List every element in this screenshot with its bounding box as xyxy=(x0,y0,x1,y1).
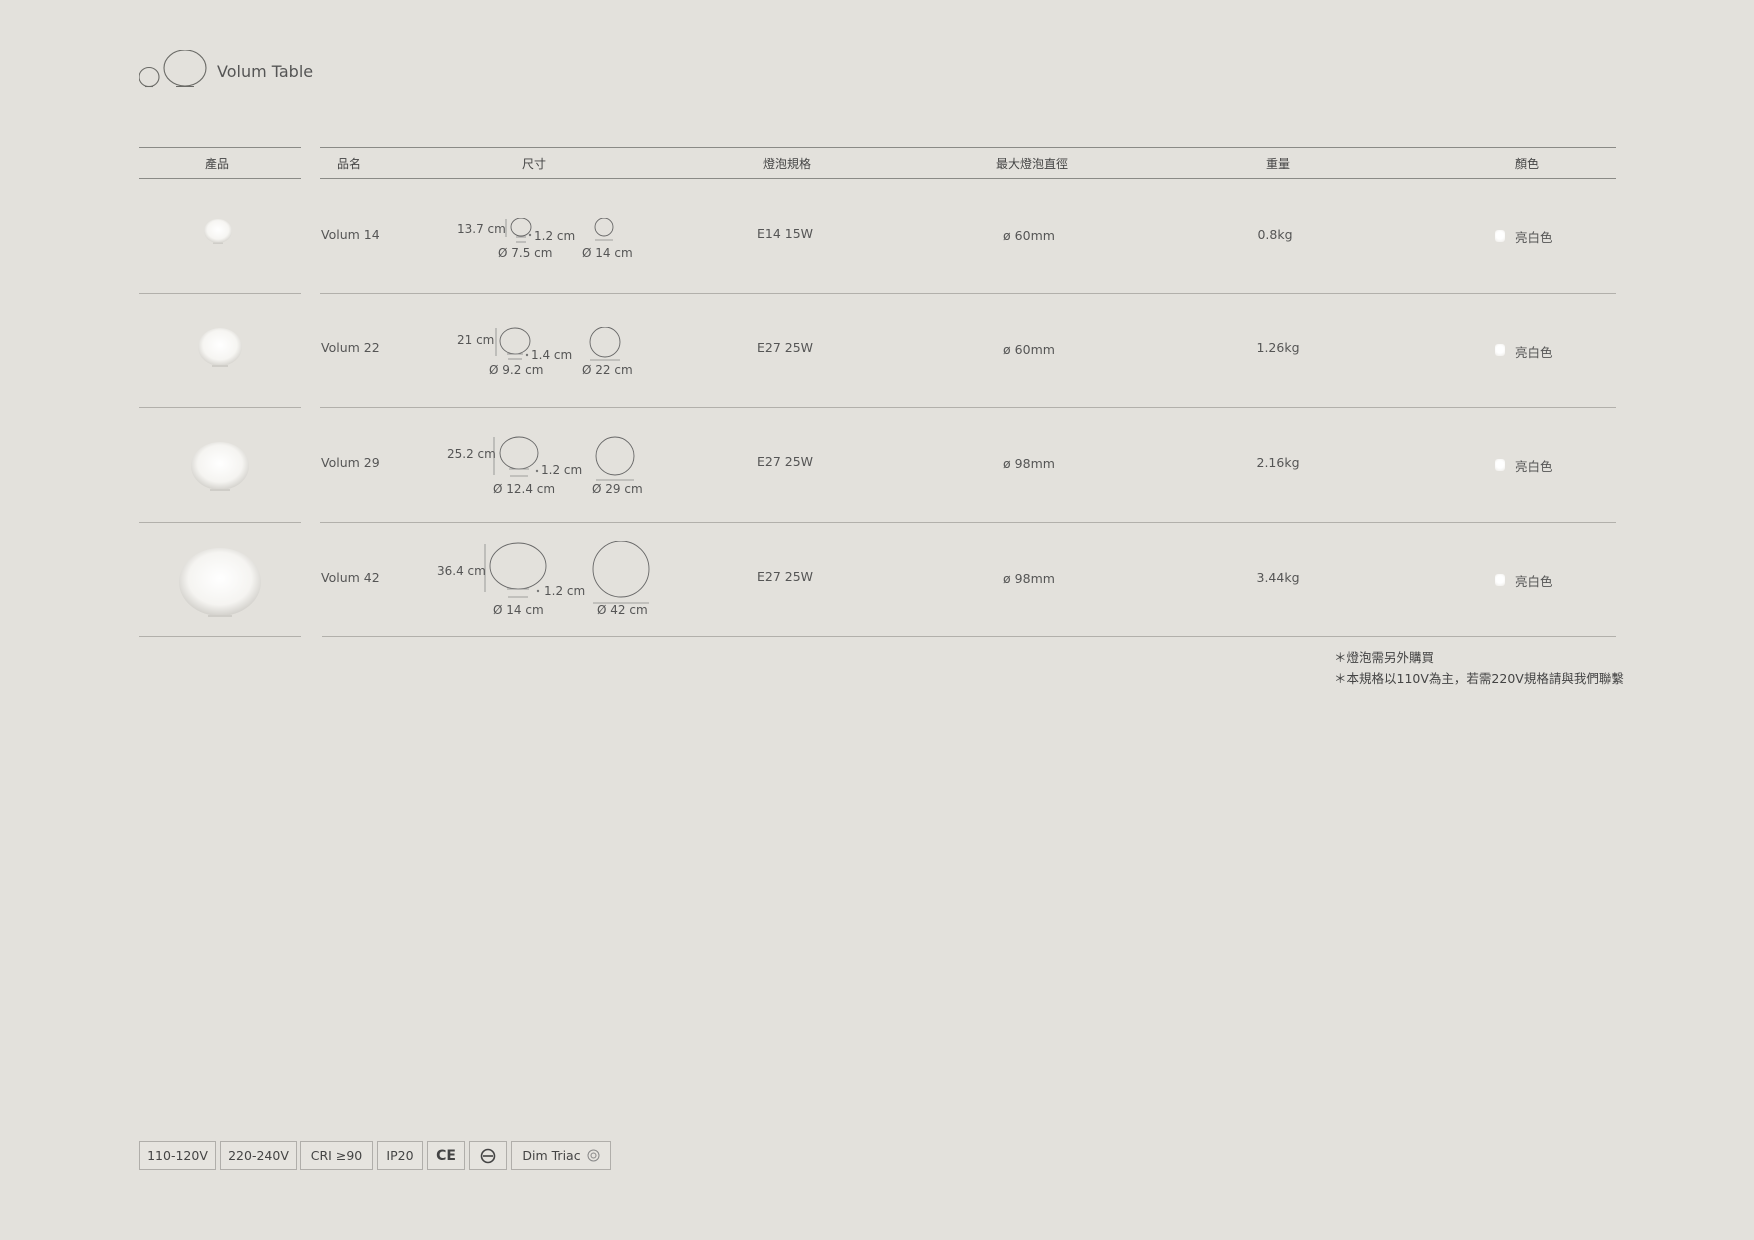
safety-mark-icon xyxy=(469,1141,507,1170)
base-diameter-label: Ø 14 cm xyxy=(493,603,544,617)
voltage-220-badge: 220-240V xyxy=(220,1141,297,1170)
column-header-size: 尺寸 xyxy=(521,157,547,171)
dim-triac-label: Dim Triac xyxy=(522,1148,581,1163)
base-diameter-label: Ø 9.2 cm xyxy=(489,363,544,377)
base-diameter-label: Ø 12.4 cm xyxy=(493,482,556,496)
product-name: Volum 29 xyxy=(321,455,380,470)
bulb-spec: E27 25W xyxy=(756,569,814,584)
max-bulb-diameter: ø 60mm xyxy=(1003,228,1055,243)
color-swatch xyxy=(1495,459,1505,471)
table-top-rule xyxy=(320,147,1616,148)
lamp-thumbnail xyxy=(198,328,242,367)
lamp-thumbnail xyxy=(204,219,232,244)
base-height-label: 1.2 cm xyxy=(544,584,586,598)
footnotes: ＊燈泡需另外購買 ＊本規格以110V為主，若需220V規格請與我們聯繫 xyxy=(1334,647,1624,689)
voltage-110-badge: 110-120V xyxy=(139,1141,216,1170)
base-height-label: 1.2 cm xyxy=(534,229,576,243)
table-row: Volum 42 36.4 cm 1.2 cm Ø 14 cm Ø 42 cm … xyxy=(0,522,1754,637)
lamp-thumbnail xyxy=(191,442,249,491)
height-label: 36.4 cm xyxy=(437,564,486,578)
column-header-name: 品名 xyxy=(336,157,362,171)
diameter-label: Ø 29 cm xyxy=(592,482,643,496)
column-header-weight: 重量 xyxy=(1265,157,1291,171)
color-name: 亮白色 xyxy=(1515,345,1553,360)
color-name: 亮白色 xyxy=(1515,459,1553,474)
table-top-rule xyxy=(139,147,301,148)
table-row: Volum 14 13.7 cm 1.2 cm Ø 7.5 cm Ø 14 cm… xyxy=(0,178,1754,293)
ce-mark-icon: CE xyxy=(427,1141,465,1170)
base-height-label: 1.4 cm xyxy=(531,348,573,362)
bulb-spec: E14 15W xyxy=(756,226,814,241)
volum-lamp-icon xyxy=(139,50,207,88)
weight: 3.44kg xyxy=(1256,570,1300,585)
cri-badge: CRI ≥90 xyxy=(300,1141,373,1170)
column-header-bulb-spec: 燈泡規格 xyxy=(762,157,812,171)
weight: 2.16kg xyxy=(1256,455,1300,470)
footnote: ＊本規格以110V為主，若需220V規格請與我們聯繫 xyxy=(1334,671,1624,686)
weight: 1.26kg xyxy=(1256,340,1300,355)
table-row: Volum 29 25.2 cm 1.2 cm Ø 12.4 cm Ø 29 c… xyxy=(0,407,1754,522)
height-label: 21 cm xyxy=(457,333,495,347)
bulb-spec: E27 25W xyxy=(756,340,814,355)
base-diameter-label: Ø 7.5 cm xyxy=(498,246,553,260)
column-header-color: 顏色 xyxy=(1514,157,1540,171)
ip-rating-badge: IP20 xyxy=(377,1141,423,1170)
row-divider xyxy=(322,636,1616,637)
color-swatch xyxy=(1495,230,1505,242)
color-name: 亮白色 xyxy=(1515,230,1553,245)
lamp-thumbnail xyxy=(179,548,261,617)
base-height-label: 1.2 cm xyxy=(541,463,583,477)
page-title: Volum Table xyxy=(217,62,314,81)
footnote: ＊燈泡需另外購買 xyxy=(1334,650,1435,665)
height-label: 25.2 cm xyxy=(447,447,496,461)
max-bulb-diameter: ø 98mm xyxy=(1003,456,1055,471)
weight: 0.8kg xyxy=(1257,227,1293,242)
dim-triac-badge: Dim Triac xyxy=(511,1141,611,1170)
column-header-max-bulb-diameter: 最大燈泡直徑 xyxy=(995,157,1069,171)
diameter-label: Ø 22 cm xyxy=(582,363,633,377)
product-name: Volum 42 xyxy=(321,570,380,585)
row-divider xyxy=(139,636,301,637)
diameter-label: Ø 42 cm xyxy=(597,603,648,617)
product-name: Volum 22 xyxy=(321,340,380,355)
dimmer-icon xyxy=(587,1149,600,1162)
color-swatch xyxy=(1495,344,1505,356)
diameter-label: Ø 14 cm xyxy=(582,246,633,260)
product-name: Volum 14 xyxy=(321,227,380,242)
max-bulb-diameter: ø 98mm xyxy=(1003,571,1055,586)
bulb-spec: E27 25W xyxy=(756,454,814,469)
column-header-product: 產品 xyxy=(204,157,230,171)
max-bulb-diameter: ø 60mm xyxy=(1003,342,1055,357)
table-row: Volum 22 21 cm 1.4 cm Ø 9.2 cm Ø 22 cm E… xyxy=(0,293,1754,408)
color-swatch xyxy=(1495,574,1505,586)
height-label: 13.7 cm xyxy=(457,222,506,236)
color-name: 亮白色 xyxy=(1515,574,1553,589)
